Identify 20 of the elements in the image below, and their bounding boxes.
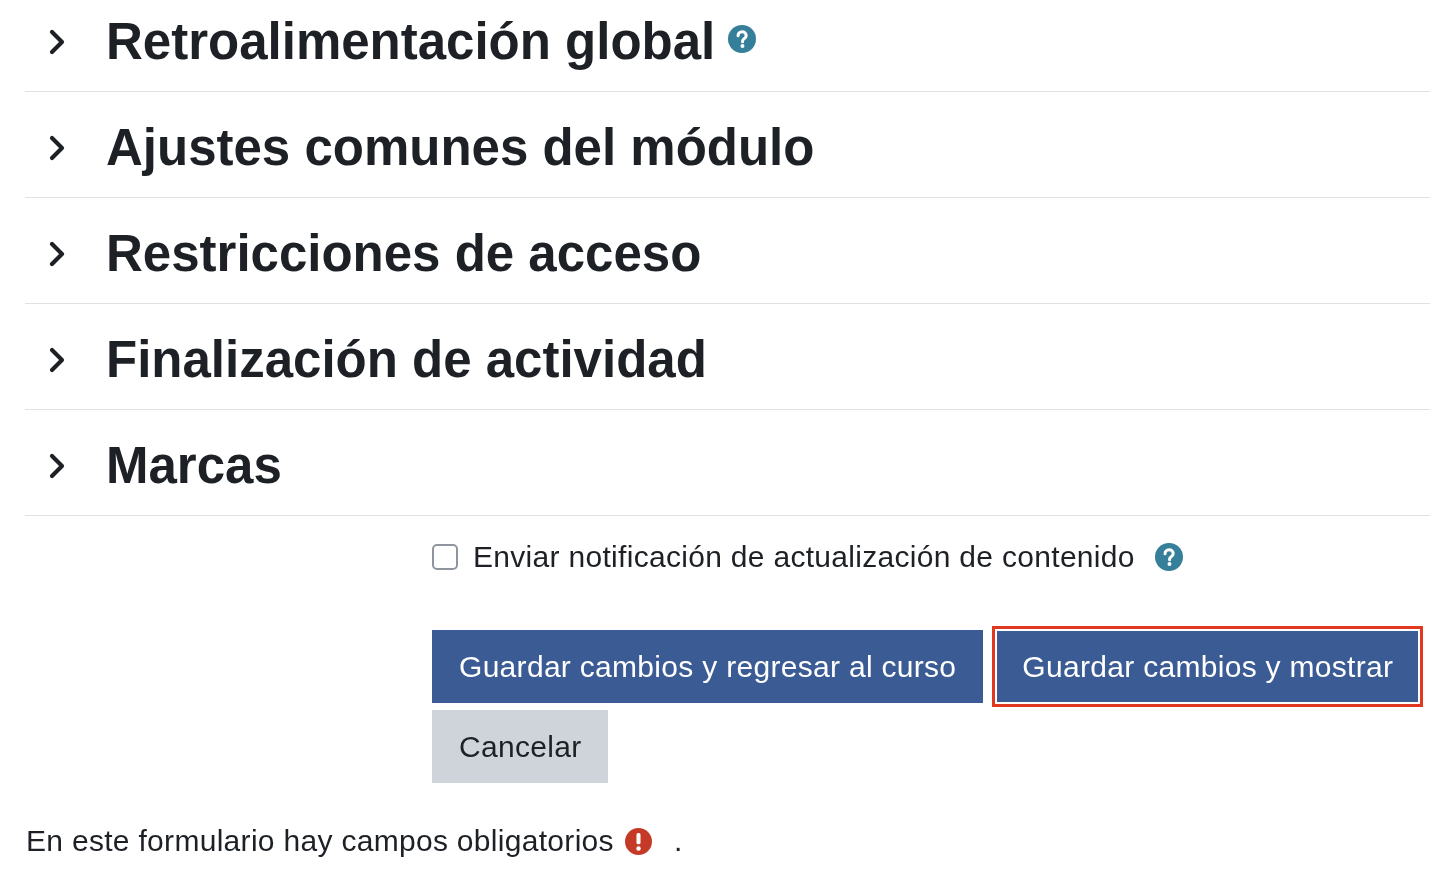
help-icon[interactable] bbox=[1154, 543, 1183, 571]
section-heading[interactable]: Ajustes comunes del módulo bbox=[106, 118, 815, 177]
chevron-right-icon[interactable] bbox=[49, 134, 66, 161]
checkbox[interactable] bbox=[432, 544, 458, 570]
checkbox-label[interactable]: Enviar notificación de actualización de contenido bbox=[473, 540, 1135, 574]
help-icon[interactable] bbox=[728, 24, 757, 53]
section-heading[interactable]: Restricciones de acceso bbox=[106, 224, 702, 283]
chevron-right-icon[interactable] bbox=[49, 346, 66, 373]
section-heading[interactable]: Finalización de actividad bbox=[106, 330, 707, 389]
notice-period: . bbox=[673, 824, 683, 858]
save-button[interactable]: Guardar cambios y mostrar bbox=[992, 626, 1424, 707]
section-heading[interactable]: Retroalimentación global bbox=[106, 12, 716, 71]
required-fields-notice: En este formulario hay campos obligatorios bbox=[26, 824, 614, 858]
exclamation-icon bbox=[624, 827, 652, 855]
save-button[interactable]: Guardar cambios y regresar al curso bbox=[432, 630, 984, 703]
chevron-right-icon[interactable] bbox=[49, 240, 66, 267]
cancel-button[interactable]: Cancelar bbox=[432, 710, 609, 783]
chevron-right-icon[interactable] bbox=[49, 28, 66, 55]
chevron-right-icon[interactable] bbox=[49, 452, 66, 479]
section-heading[interactable]: Marcas bbox=[106, 436, 282, 495]
